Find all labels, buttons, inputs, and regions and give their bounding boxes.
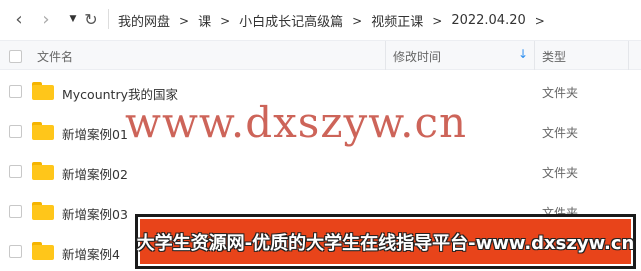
breadcrumb-item-date[interactable]: 2022.04.20 [451, 13, 525, 28]
column-header-modified[interactable]: 修改时间 [393, 48, 441, 65]
folder-icon [32, 122, 54, 140]
row-checkbox[interactable] [9, 125, 22, 138]
file-name[interactable]: 新增案例02 [62, 164, 128, 183]
back-arrow-icon[interactable]: ‹ [8, 8, 30, 30]
file-type: 文件夹 [542, 86, 579, 100]
row-checkbox[interactable] [9, 165, 22, 178]
breadcrumb-separator: > [179, 13, 190, 28]
breadcrumb-separator: > [220, 13, 231, 28]
file-type: 文件夹 [542, 166, 579, 180]
breadcrumb: 我的网盘 > 课 > 小白成长记高级篇 > 视频正课 > 2022.04.20 … [118, 11, 554, 30]
file-name[interactable]: 新增案例01 [62, 124, 128, 143]
column-header-type[interactable]: 类型 [542, 48, 566, 65]
file-name[interactable]: 新增案例4 [62, 244, 120, 263]
forward-arrow-icon[interactable]: › [35, 8, 57, 30]
refresh-icon[interactable]: ↻ [80, 8, 102, 30]
sort-descending-icon[interactable]: ↓ [518, 47, 528, 61]
file-type: 文件夹 [542, 126, 579, 140]
column-divider[interactable] [534, 41, 535, 70]
folder-icon [32, 202, 54, 220]
column-header: 文件名 修改时间 ↓ 类型 [0, 40, 641, 70]
breadcrumb-separator: > [352, 13, 363, 28]
folder-icon [32, 242, 54, 260]
promo-banner-text: 大学生资源网-优质的大学生在线指导平台-www.dxszyw.cn [136, 232, 635, 254]
file-name[interactable]: 新增案例03 [62, 204, 128, 223]
row-checkbox[interactable] [9, 85, 22, 98]
breadcrumb-separator: > [432, 13, 443, 28]
file-row[interactable]: 新增案例02 文件夹 [0, 152, 641, 192]
watermark-text: www.dxszyw.cn [125, 98, 468, 147]
row-checkbox[interactable] [9, 205, 22, 218]
breadcrumb-item-videos[interactable]: 视频正课 [371, 11, 423, 30]
folder-icon [32, 82, 54, 100]
breadcrumb-separator: > [534, 13, 545, 28]
breadcrumb-item-my-drive[interactable]: 我的网盘 [118, 11, 170, 30]
column-divider[interactable] [628, 41, 629, 70]
breadcrumb-item-course[interactable]: 课 [198, 11, 211, 30]
select-all-checkbox[interactable] [9, 50, 22, 63]
breadcrumb-item-advanced[interactable]: 小白成长记高级篇 [239, 11, 343, 30]
promo-banner: 大学生资源网-优质的大学生在线指导平台-www.dxszyw.cn [135, 214, 636, 269]
nav-divider [108, 9, 109, 29]
column-divider[interactable] [385, 41, 386, 70]
folder-icon [32, 162, 54, 180]
navigation-bar: ‹ › ▼ ↻ 我的网盘 > 课 > 小白成长记高级篇 > 视频正课 > 202… [0, 0, 641, 38]
row-checkbox[interactable] [9, 245, 22, 258]
column-header-name[interactable]: 文件名 [37, 48, 73, 65]
